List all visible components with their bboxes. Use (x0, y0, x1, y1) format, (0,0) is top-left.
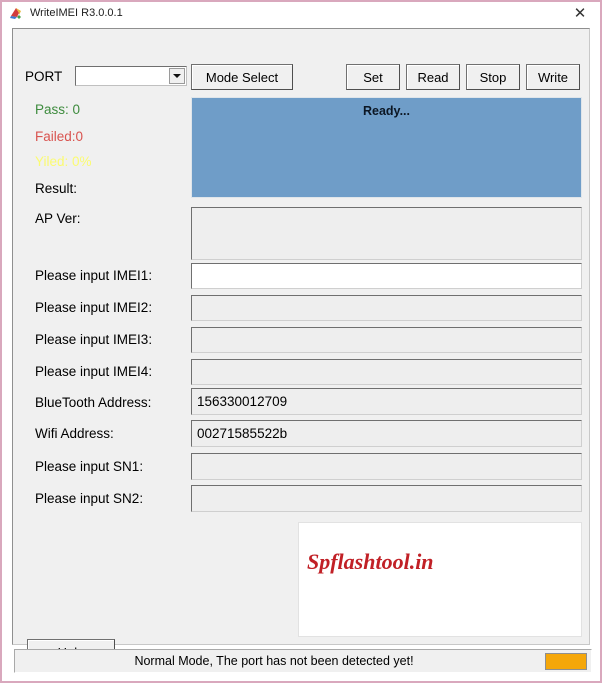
result-status-panel: Ready... (191, 97, 582, 198)
app-window: WriteIMEI R3.0.0.1 ✕ PORT Mode Select Se… (0, 0, 602, 683)
close-icon[interactable]: ✕ (566, 4, 594, 22)
client-area: PORT Mode Select Set Read Stop Write Pas… (12, 28, 590, 665)
mode-select-button[interactable]: Mode Select (191, 64, 293, 90)
result-status-text: Ready... (362, 104, 410, 118)
imei1-input[interactable] (191, 263, 582, 289)
failed-counter: Failed:0 (35, 129, 84, 144)
imei2-input[interactable] (191, 295, 582, 321)
title-bar: WriteIMEI R3.0.0.1 ✕ (2, 2, 600, 24)
bluetooth-address-input[interactable]: 156330012709 (191, 388, 582, 415)
status-bar-text: Normal Mode, The port has not been detec… (134, 654, 414, 668)
chevron-down-icon[interactable] (169, 68, 185, 84)
set-button[interactable]: Set (346, 64, 400, 90)
read-button[interactable]: Read (406, 64, 460, 90)
ap-ver-label: AP Ver: (35, 211, 81, 226)
log-panel[interactable]: Spflashtool.in (298, 522, 582, 637)
watermark-text: Spflashtool.in (307, 549, 434, 574)
imei1-label: Please input IMEI1: (35, 268, 153, 283)
bluetooth-address-label: BlueTooth Address: (35, 395, 152, 410)
sn2-input[interactable] (191, 485, 582, 512)
yield-counter: Yiled: 0% (35, 154, 92, 169)
result-label: Result: (35, 181, 78, 196)
wifi-address-label: Wifi Address: (35, 426, 114, 441)
sn2-label: Please input SN2: (35, 491, 144, 506)
window-title: WriteIMEI R3.0.0.1 (30, 7, 123, 19)
sn1-input[interactable] (191, 453, 582, 480)
wifi-address-input[interactable]: 00271585522b (191, 420, 582, 447)
imei4-input[interactable] (191, 359, 582, 385)
imei3-input[interactable] (191, 327, 582, 353)
sn1-label: Please input SN1: (35, 459, 144, 474)
app-icon (8, 5, 24, 21)
stop-button[interactable]: Stop (466, 64, 520, 90)
write-button[interactable]: Write (526, 64, 580, 90)
port-label: PORT (25, 69, 63, 84)
status-bar: Normal Mode, The port has not been detec… (14, 649, 592, 673)
pass-counter: Pass: 0 (35, 102, 81, 117)
imei3-label: Please input IMEI3: (35, 332, 153, 347)
status-indicator (545, 653, 587, 670)
port-select[interactable] (75, 66, 187, 86)
imei4-label: Please input IMEI4: (35, 364, 153, 379)
imei2-label: Please input IMEI2: (35, 300, 153, 315)
ap-ver-field (191, 207, 582, 260)
